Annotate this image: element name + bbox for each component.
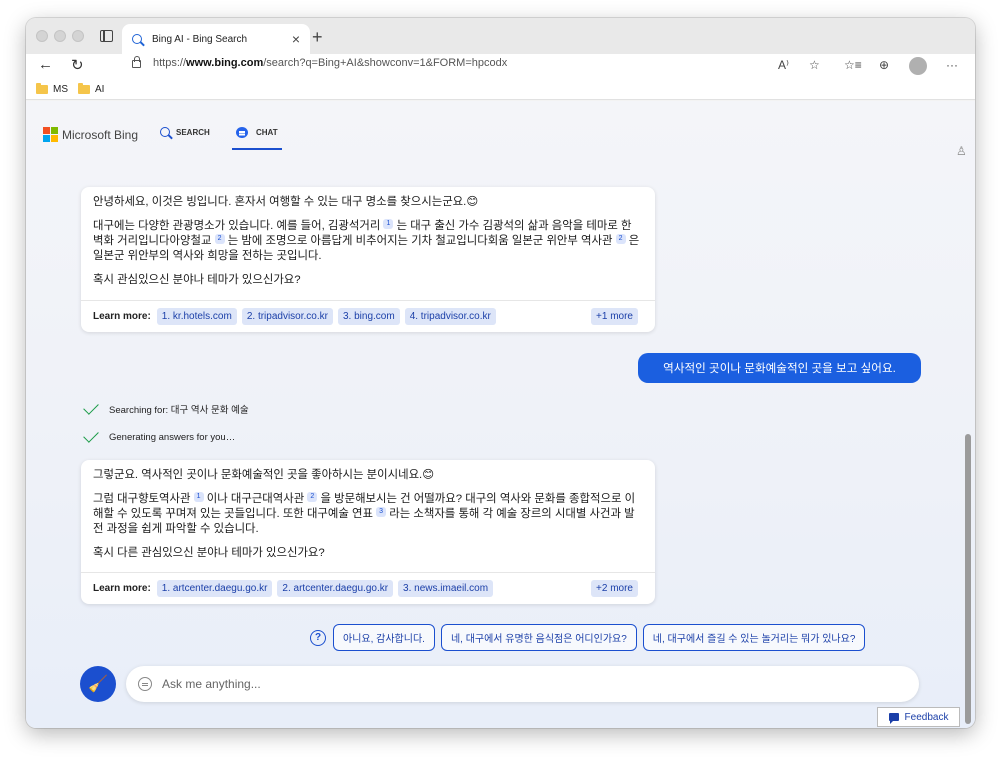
bookmark-folder-ai[interactable]: AI [78,83,105,95]
user-message: 역사적인 곳이나 문화예술적인 곳을 보고 싶어요. [638,353,921,383]
bing-logo[interactable]: Microsoft Bing [43,127,138,142]
minimize-window-button[interactable] [54,30,66,42]
folder-icon [78,83,90,94]
message-text: 혹시 다른 관심있으신 분야나 테마가 있으신가요? [93,547,325,559]
generating-status-text: Generating answers for you… [109,432,236,443]
source-link[interactable]: 1. kr.hotels.com [156,308,237,325]
lock-icon[interactable] [132,56,141,68]
tab-actions-icon[interactable] [100,30,113,42]
url-path: /search?q=Bing+AI&showconv=1&FORM=hpcodx [263,57,508,69]
chat-bubble-icon [138,677,152,691]
source-link[interactable]: 2. artcenter.daegu.go.kr [277,580,394,597]
message-text: 그럼 대구향토역사관 1 이나 대구근대역사관 2 을 방문해보시는 건 어떨까… [93,492,636,535]
collections-icon[interactable]: ⊕ [879,58,889,72]
bot-message-2: 그렇군요. 역사적인 곳이나 문화예술적인 곳을 좋아하시는 분이시네요.😊 그… [81,460,655,604]
message-text: 안녕하세요, 이것은 빙입니다. 혼자서 여행할 수 있는 대구 명소를 찾으시… [93,196,479,208]
message-text: 그렇군요. 역사적인 곳이나 문화예술적인 곳을 좋아하시는 분이시네요.😊 [93,469,435,481]
tab-chat[interactable]: CHAT [236,127,278,138]
browser-toolbar: ← ↻ https://www.bing.com/search?q=Bing+A… [26,54,975,80]
folder-icon [36,83,48,94]
bot-message-1: 안녕하세요, 이것은 빙입니다. 혼자서 여행할 수 있는 대구 명소를 찾으시… [81,187,655,332]
bookmark-folder-ms[interactable]: MS [36,83,68,95]
citation-ref[interactable]: 1 [383,219,394,229]
profile-avatar[interactable] [909,57,927,75]
more-sources-button[interactable]: +1 more [591,308,638,325]
new-topic-button[interactable]: 🧹 [80,666,116,702]
bing-favicon-icon [132,34,142,44]
search-status-text: Searching for: 대구 역사 문화 예술 [109,405,249,416]
browser-window: Bing AI - Bing Search × + ← ↻ https://ww… [26,18,975,728]
logo-text: Microsoft Bing [62,127,139,142]
citation-ref[interactable]: 2 [214,234,225,244]
source-link[interactable]: 3. bing.com [337,308,400,325]
suggestion-chip[interactable]: 네, 대구에서 유명한 음식점은 어디인가요? [440,624,637,651]
suggestion-row: ? 아니요, 감사합니다. 네, 대구에서 유명한 음식점은 어디인가요? 네,… [310,624,871,651]
learn-more-label: Learn more: [93,311,151,322]
suggestion-chip[interactable]: 네, 대구에서 즐길 수 있는 놀거리는 뭐가 있나요? [642,624,866,651]
source-link[interactable]: 1. artcenter.daegu.go.kr [156,580,273,597]
help-icon[interactable]: ? [310,629,326,646]
search-status: Searching for: 대구 역사 문화 예술 [83,398,249,416]
scrollbar[interactable] [965,434,971,724]
generating-status: Generating answers for you… [83,427,236,443]
message-text: 혹시 관심있으신 분야나 테마가 있으신가요? [93,274,301,286]
chat-input[interactable] [162,677,862,691]
bookmark-label: MS [53,84,68,95]
more-menu-icon[interactable]: ··· [946,58,958,72]
reload-icon[interactable]: ↻ [71,56,84,74]
title-bar: Bing AI - Bing Search × + [26,18,975,54]
zoom-window-button[interactable] [72,30,84,42]
learn-more-label: Learn more: [93,583,151,594]
url-prefix: https:// [153,57,187,69]
source-link[interactable]: 2. tripadvisor.co.kr [241,308,333,325]
chat-icon [236,127,248,138]
tab-title: Bing AI - Bing Search [152,33,248,45]
tab-chat-label: CHAT [256,128,278,137]
source-link[interactable]: 4. tripadvisor.co.kr [404,308,496,325]
active-tab-indicator [232,148,282,150]
more-sources-button[interactable]: +2 more [591,580,638,597]
browser-tab[interactable]: Bing AI - Bing Search × [122,24,310,54]
broom-icon: 🧹 [88,676,108,693]
read-aloud-icon[interactable]: A⁾ [778,58,789,72]
feedback-icon [888,713,899,724]
learn-more-bar: Learn more: 1. kr.hotels.com 2. tripadvi… [81,300,655,332]
address-bar[interactable]: https://www.bing.com/search?q=Bing+AI&sh… [132,56,508,69]
tab-search[interactable]: SEARCH [160,127,210,137]
feedback-label: Feedback [904,711,949,723]
citation-ref[interactable]: 2 [615,234,626,244]
source-link[interactable]: 3. news.imaeil.com [398,580,494,597]
feedback-button[interactable]: Feedback [877,707,960,727]
favorites-icon[interactable]: ☆≡ [844,58,862,72]
new-tab-button[interactable]: + [312,27,323,48]
bookmarks-bar: MS AI [26,80,975,100]
citation-ref[interactable]: 1 [193,492,204,502]
close-window-button[interactable] [36,30,48,42]
suggestion-chip[interactable]: 아니요, 감사합니다. [333,624,435,651]
citation-ref[interactable]: 3 [376,507,387,517]
url-domain: www.bing.com [186,57,264,69]
microsoft-logo-icon [43,127,58,142]
bing-chat-page: Microsoft Bing SEARCH CHAT ♙ 안녕하세요, 이것은 … [26,101,975,728]
search-icon [160,127,170,137]
bookmark-label: AI [95,84,105,95]
tab-search-label: SEARCH [176,127,210,137]
back-arrow-icon[interactable]: ← [38,56,53,73]
checkmark-icon [83,398,99,415]
checkmark-icon [83,427,99,443]
person-icon[interactable]: ♙ [956,144,967,158]
add-favorite-icon[interactable]: ☆ [809,58,820,72]
citation-ref[interactable]: 2 [307,492,318,502]
close-tab-icon[interactable]: × [292,31,300,47]
learn-more-bar: Learn more: 1. artcenter.daegu.go.kr 2. … [81,572,655,604]
message-text: 대구에는 다양한 관광명소가 있습니다. 예를 들어, 김광석거리 1 는 대구… [93,219,640,262]
chat-input-box[interactable] [126,666,919,702]
